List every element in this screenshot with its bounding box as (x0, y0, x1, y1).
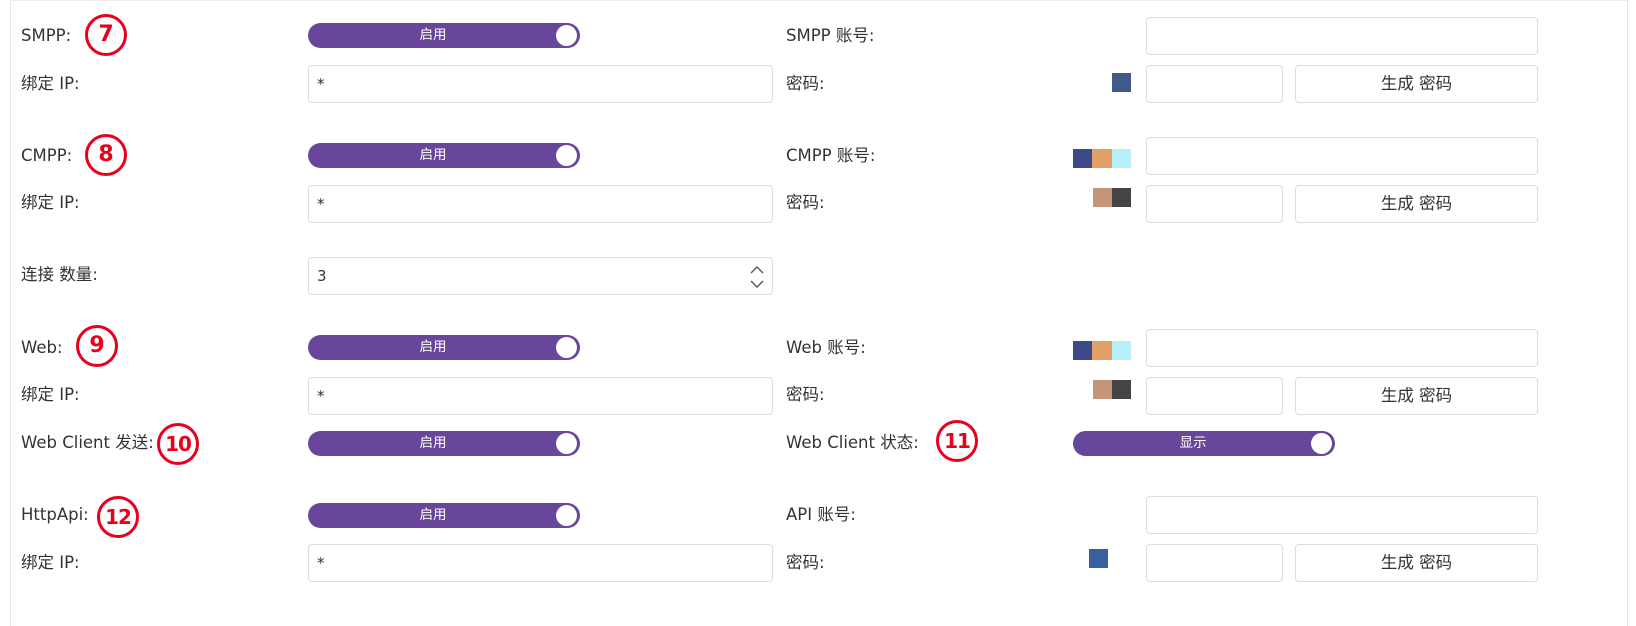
api-password-label: 密码: (786, 553, 825, 572)
redaction-block (1073, 341, 1131, 360)
web-client-status-label: Web Client 状态: (786, 433, 919, 452)
cmpp-account-input[interactable] (1146, 137, 1538, 175)
httpapi-toggle-label: 启用 (419, 507, 447, 523)
cmpp-account-label: CMPP 账号: (786, 146, 876, 165)
web-client-send-toggle[interactable]: 启用 (308, 431, 580, 456)
web-toggle-label: 启用 (419, 339, 447, 355)
web-account-input[interactable] (1146, 329, 1538, 367)
cmpp-bind-ip-input[interactable]: * (308, 185, 773, 223)
toggle-knob (556, 25, 577, 46)
web-password-label: 密码: (786, 385, 825, 404)
panel-left-border (10, 0, 11, 626)
web-label: Web: (21, 338, 63, 357)
smpp-password-input[interactable] (1146, 65, 1283, 103)
smpp-password-label: 密码: (786, 74, 825, 93)
web-bind-ip-label: 绑定 IP: (21, 385, 80, 404)
redaction-block (1112, 73, 1131, 92)
toggle-knob (1311, 433, 1332, 454)
cmpp-bind-ip-label: 绑定 IP: (21, 193, 80, 212)
httpapi-bind-ip-input[interactable]: * (308, 544, 773, 582)
smpp-bind-ip-label: 绑定 IP: (21, 74, 80, 93)
toggle-knob (556, 337, 577, 358)
annotation-badge-12: 12 (97, 496, 139, 538)
connection-count-input[interactable]: 3 (308, 257, 773, 295)
redaction-block (1089, 549, 1108, 568)
httpapi-label: HttpApi: (21, 505, 89, 524)
smpp-account-input[interactable] (1146, 17, 1538, 55)
httpapi-enable-toggle[interactable]: 启用 (308, 503, 580, 528)
smpp-enable-toggle[interactable]: 启用 (308, 23, 580, 48)
toggle-knob (556, 433, 577, 454)
redaction-block (1093, 380, 1131, 399)
cmpp-generate-password-button[interactable]: 生成 密码 (1295, 185, 1538, 223)
api-account-input[interactable] (1146, 496, 1538, 534)
connection-count-label: 连接 数量: (21, 265, 98, 284)
panel-right-border (1627, 0, 1628, 626)
api-account-label: API 账号: (786, 505, 856, 524)
web-bind-ip-input[interactable]: * (308, 377, 773, 415)
toggle-knob (556, 505, 577, 526)
annotation-badge-7: 7 (85, 14, 127, 56)
cmpp-enable-toggle[interactable]: 启用 (308, 143, 580, 168)
cmpp-password-label: 密码: (786, 193, 825, 212)
web-client-send-toggle-label: 启用 (419, 435, 447, 451)
web-client-send-label: Web Client 发送: (21, 433, 154, 452)
annotation-badge-10: 10 (157, 423, 199, 465)
annotation-badge-11: 11 (936, 420, 978, 462)
web-account-label: Web 账号: (786, 338, 866, 357)
cmpp-toggle-label: 启用 (419, 147, 447, 163)
smpp-account-label: SMPP 账号: (786, 26, 875, 45)
web-generate-password-button[interactable]: 生成 密码 (1295, 377, 1538, 415)
redaction-block (1073, 149, 1131, 168)
redaction-block (1093, 188, 1131, 207)
toggle-knob (556, 145, 577, 166)
smpp-bind-ip-input[interactable]: * (308, 65, 773, 103)
web-enable-toggle[interactable]: 启用 (308, 335, 580, 360)
web-client-status-toggle[interactable]: 显示 (1073, 431, 1335, 456)
web-client-status-toggle-label: 显示 (1179, 435, 1207, 451)
httpapi-bind-ip-label: 绑定 IP: (21, 553, 80, 572)
web-password-input[interactable] (1146, 377, 1283, 415)
annotation-badge-8: 8 (85, 134, 127, 176)
cmpp-password-input[interactable] (1146, 185, 1283, 223)
smpp-generate-password-button[interactable]: 生成 密码 (1295, 65, 1538, 103)
api-password-input[interactable] (1146, 544, 1283, 582)
smpp-label: SMPP: (21, 26, 72, 45)
api-generate-password-button[interactable]: 生成 密码 (1295, 544, 1538, 582)
panel-top-border (10, 0, 1628, 1)
annotation-badge-9: 9 (76, 325, 118, 367)
connection-count-value: 3 (317, 267, 327, 285)
cmpp-label: CMPP: (21, 146, 73, 165)
number-stepper-icon[interactable] (748, 262, 766, 292)
smpp-toggle-label: 启用 (419, 27, 447, 43)
